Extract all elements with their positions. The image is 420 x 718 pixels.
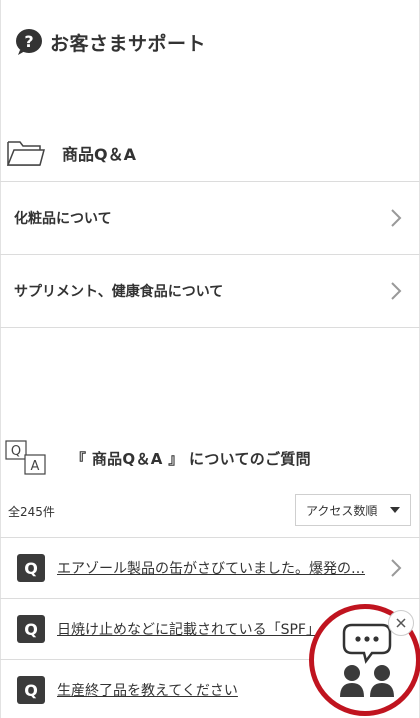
question-link[interactable]: エアゾール製品の缶がさびていました。爆発の… — [57, 558, 385, 578]
result-count: 全245件 — [8, 505, 55, 519]
chat-close-button[interactable] — [388, 610, 414, 636]
svg-text:?: ? — [24, 32, 33, 51]
question-item[interactable]: Q エアゾール製品の缶がさびていました。爆発の… — [0, 538, 420, 599]
q-and-a-icon: Q A — [5, 440, 46, 475]
q-badge: Q — [17, 554, 45, 582]
sort-select[interactable]: アクセス数順 — [295, 494, 411, 526]
category-list: 化粧品について サプリメント、健康食品について — [0, 181, 420, 328]
question-bubble-icon: ? — [16, 29, 42, 55]
qa-heading: Q A 『 商品Q＆A 』 についてのご質問 — [5, 440, 311, 476]
chevron-right-icon — [391, 209, 402, 227]
chat-operator-icon — [340, 623, 394, 697]
category-item-supplements[interactable]: サプリメント、健康食品について — [0, 255, 420, 328]
category-label: サプリメント、健康食品について — [14, 284, 224, 300]
category-item-cosmetics[interactable]: 化粧品について — [0, 182, 420, 255]
q-badge: Q — [17, 615, 45, 643]
category-label: 化粧品について — [14, 211, 112, 227]
page-header: ? お客さまサポート — [14, 28, 206, 56]
chevron-right-icon — [391, 559, 402, 577]
product-qa-heading: 商品Q＆A — [6, 138, 136, 168]
page-title: お客さまサポート — [50, 32, 207, 55]
svg-text:Q: Q — [11, 444, 21, 459]
folder-icon — [6, 141, 45, 166]
qa-title: 『 商品Q＆A 』 についてのご質問 — [71, 449, 311, 468]
q-badge: Q — [17, 676, 45, 704]
sort-selected-label: アクセス数順 — [306, 503, 378, 518]
close-icon — [396, 618, 406, 628]
caret-down-icon — [390, 507, 400, 513]
chevron-right-icon — [391, 282, 402, 300]
svg-text:A: A — [31, 459, 40, 474]
section-title: 商品Q＆A — [62, 145, 136, 164]
